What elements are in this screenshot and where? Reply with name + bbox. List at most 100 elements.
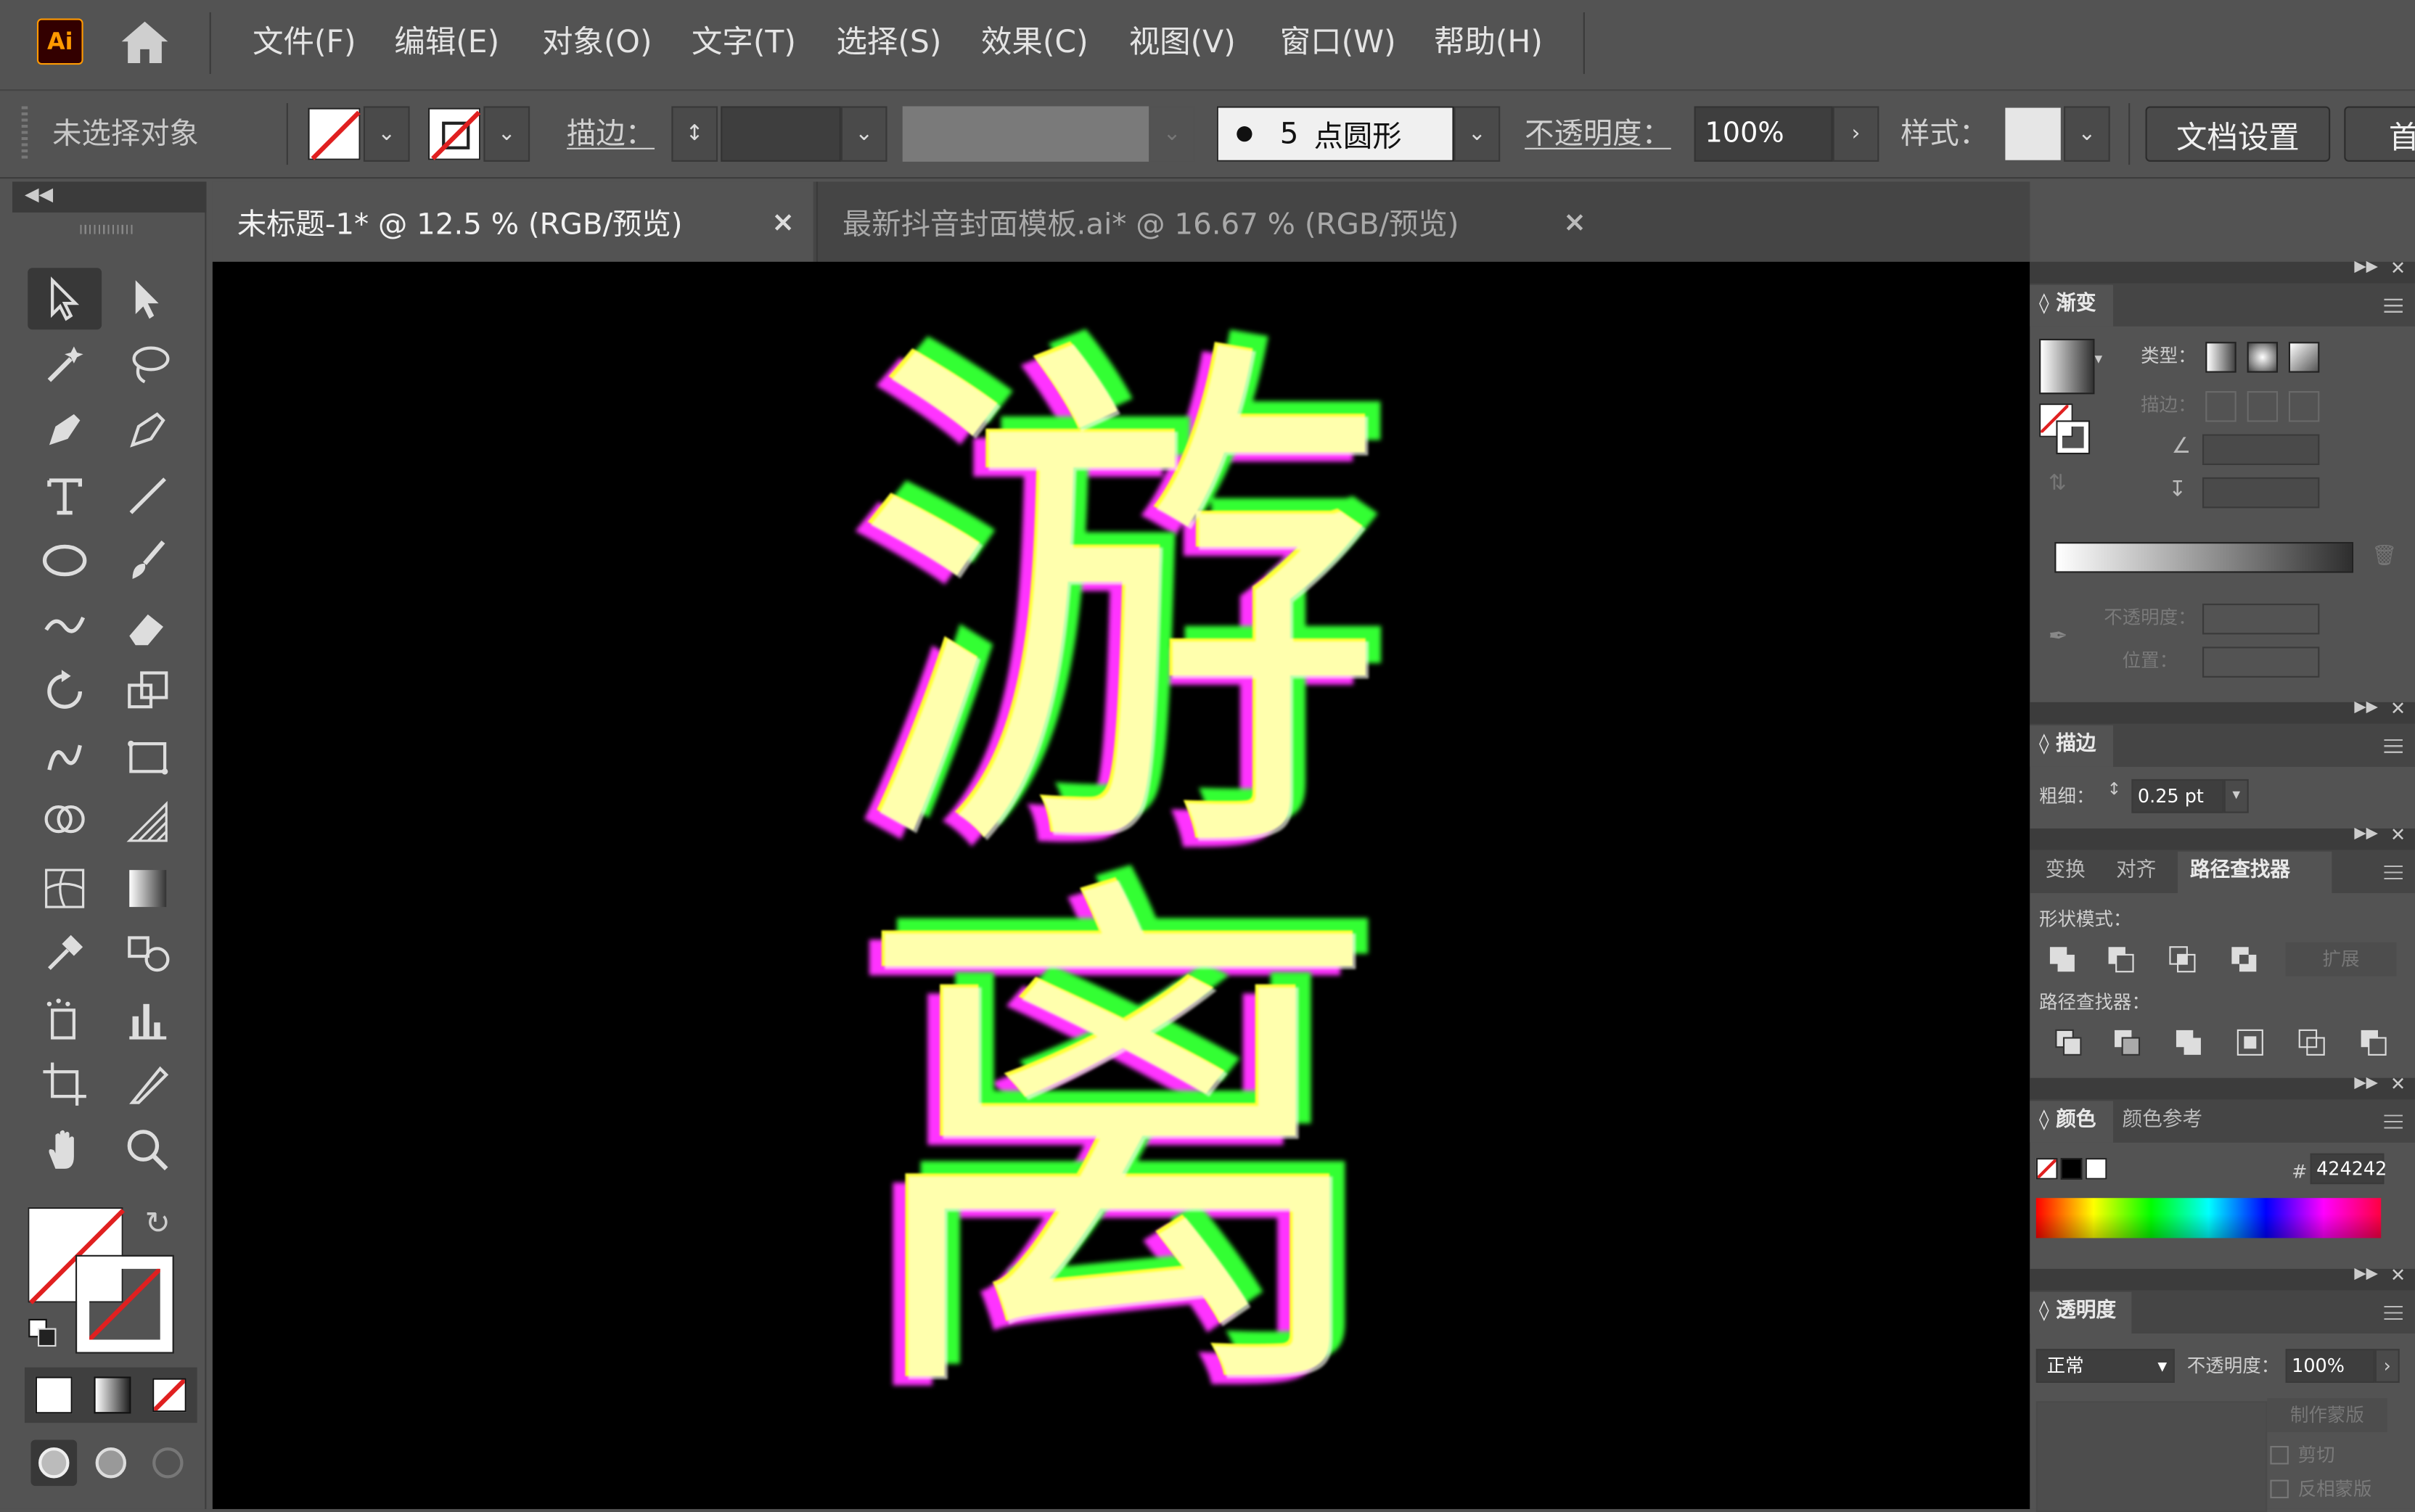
panel-menu-icon[interactable] — [2384, 1305, 2403, 1322]
trim-icon[interactable] — [2113, 1029, 2141, 1063]
warp-tool-button[interactable] — [28, 726, 102, 788]
stroke-weight-input[interactable]: 0.25 pt — [2131, 778, 2224, 813]
opacity-input[interactable]: 100% — [1694, 106, 1833, 162]
perspective-grid-tool-button[interactable] — [111, 792, 185, 853]
color-mode-icon[interactable] — [35, 1376, 73, 1414]
default-fill-stroke-icon[interactable] — [28, 1318, 58, 1349]
profile-dropdown[interactable]: ⌄ — [1149, 106, 1195, 162]
black-swatch[interactable] — [2060, 1158, 2083, 1180]
menu-help[interactable]: 帮助(H) — [1434, 18, 1543, 65]
delete-stop-icon[interactable]: 🗑 — [2371, 545, 2397, 568]
invert-mask-checkbox-row[interactable]: 反相蒙版 — [2270, 1475, 2372, 1503]
menu-edit[interactable]: 编辑(E) — [394, 18, 499, 65]
fill-swatch[interactable] — [308, 107, 361, 160]
tab-color[interactable]: ◊ 颜色 — [2030, 1101, 2113, 1143]
stroke-within-icon[interactable] — [2205, 391, 2236, 422]
none-swatch-icon[interactable] — [2035, 1158, 2058, 1180]
tab-untitled-1[interactable]: 未标题-1* @ 12.5 % (RGB/预览) × — [212, 181, 813, 262]
collapse-icon[interactable]: ▶▶ — [2354, 699, 2378, 716]
stroke-weight-input[interactable] — [721, 106, 841, 162]
gradient-preview-swatch[interactable] — [2039, 338, 2095, 395]
draw-inside-icon[interactable] — [145, 1439, 192, 1486]
expand-button[interactable]: 扩展 — [2285, 942, 2397, 977]
graphic-style-swatch[interactable] — [2005, 107, 2061, 160]
panel-menu-icon[interactable] — [2384, 1114, 2403, 1130]
stroke-along-icon[interactable] — [2247, 391, 2279, 422]
close-panel-icon[interactable]: ✕ — [2390, 1264, 2406, 1286]
tab-stroke[interactable]: ◊ 描边 — [2030, 725, 2113, 767]
exclude-icon[interactable] — [2230, 945, 2258, 979]
type-tool-button[interactable] — [28, 464, 102, 526]
clip-checkbox[interactable] — [2270, 1445, 2289, 1465]
freeform-gradient-icon[interactable] — [2288, 342, 2320, 373]
blend-mode-select[interactable]: 正常 ▾ — [2035, 1349, 2175, 1383]
stroke-none-icon[interactable] — [2056, 420, 2091, 455]
artboard-tool-button[interactable] — [28, 1053, 102, 1115]
menu-select[interactable]: 选择(S) — [836, 18, 941, 65]
menu-file[interactable]: 文件(F) — [253, 18, 356, 65]
close-panel-icon[interactable]: ✕ — [2390, 823, 2406, 845]
tools-grip[interactable] — [80, 224, 133, 234]
variable-width-profile[interactable] — [902, 106, 1149, 162]
hand-tool-button[interactable] — [28, 1119, 102, 1180]
line-segment-tool-button[interactable] — [111, 464, 185, 526]
minus-front-icon[interactable] — [2107, 945, 2134, 979]
stroke-across-icon[interactable] — [2288, 391, 2320, 422]
reverse-gradient-icon[interactable]: ⇅ — [2049, 471, 2073, 496]
close-icon[interactable]: × — [771, 205, 795, 238]
slice-tool-button[interactable] — [111, 1053, 185, 1115]
draw-behind-icon[interactable] — [88, 1439, 134, 1486]
stroke-weight-stepper[interactable]: ↕ — [671, 106, 718, 162]
swap-fill-stroke-icon[interactable]: ↻ — [145, 1204, 171, 1241]
collapse-icon[interactable]: ▶▶ — [2354, 1075, 2378, 1091]
stroke-color-box[interactable] — [75, 1254, 174, 1354]
fill-dropdown[interactable]: ⌄ — [363, 106, 410, 162]
artboard-canvas[interactable]: 游 游 游 游 离 离 离 离 — [212, 261, 2030, 1509]
scale-tool-button[interactable] — [111, 661, 185, 723]
minus-back-icon[interactable] — [2360, 1029, 2387, 1063]
panel-menu-icon[interactable] — [2384, 865, 2403, 882]
style-dropdown[interactable]: ⌄ — [2064, 106, 2110, 162]
chevron-down-icon[interactable]: ▾ — [2094, 351, 2102, 368]
eraser-tool-button[interactable] — [111, 595, 185, 657]
stroke-label[interactable]: 描边： — [567, 111, 655, 157]
gradient-slider[interactable] — [2054, 542, 2354, 573]
shaper-tool-button[interactable] — [28, 595, 102, 657]
mesh-tool-button[interactable] — [28, 857, 102, 919]
opacity-popup[interactable]: › — [1832, 106, 1879, 162]
panel-menu-icon[interactable] — [2384, 298, 2403, 314]
stepper-icon[interactable]: ↕ — [2107, 779, 2128, 813]
close-panel-icon[interactable]: ✕ — [2390, 257, 2406, 279]
menu-view[interactable]: 视图(V) — [1129, 18, 1236, 65]
symbol-sprayer-tool-button[interactable] — [28, 988, 102, 1050]
stroke-swatch[interactable] — [428, 107, 481, 160]
tab-gradient[interactable]: ◊ 渐变 — [2030, 284, 2113, 326]
ellipse-tool-button[interactable] — [28, 530, 102, 591]
chevron-right-icon[interactable]: › — [2374, 1349, 2400, 1383]
clip-checkbox-row[interactable]: 剪切 — [2270, 1442, 2335, 1469]
stop-location-input[interactable] — [2202, 646, 2320, 678]
make-mask-button[interactable]: 制作蒙版 — [2267, 1398, 2387, 1432]
hex-input[interactable]: 424242 — [2310, 1153, 2387, 1185]
free-transform-tool-button[interactable] — [111, 726, 185, 788]
brush-definition[interactable]: 5 点圆形 — [1216, 106, 1454, 162]
collapse-icon[interactable]: ▶▶ — [2354, 1266, 2378, 1283]
collapse-icon[interactable]: ◀◀ — [25, 184, 53, 205]
outline-icon[interactable] — [2298, 1029, 2326, 1063]
paintbrush-tool-button[interactable] — [111, 530, 185, 591]
pen-tool-button[interactable] — [28, 399, 102, 461]
menu-type[interactable]: 文字(T) — [692, 18, 796, 65]
eyedropper-tool-button[interactable] — [28, 922, 102, 984]
brush-dropdown[interactable]: ⌄ — [1453, 106, 1501, 162]
intersect-icon[interactable] — [2168, 945, 2196, 979]
column-graph-tool-button[interactable] — [111, 988, 185, 1050]
gradient-mode-icon[interactable] — [94, 1376, 131, 1414]
color-spectrum[interactable] — [2035, 1198, 2382, 1238]
magic-wand-tool-button[interactable] — [28, 333, 102, 395]
menu-object[interactable]: 对象(O) — [542, 18, 652, 65]
menu-effect[interactable]: 效果(C) — [981, 18, 1088, 65]
collapse-icon[interactable]: ▶▶ — [2354, 259, 2378, 276]
stroke-weight-dropdown[interactable]: ⌄ — [840, 106, 887, 162]
control-bar-grip[interactable] — [21, 106, 28, 162]
curvature-tool-button[interactable] — [111, 399, 185, 461]
